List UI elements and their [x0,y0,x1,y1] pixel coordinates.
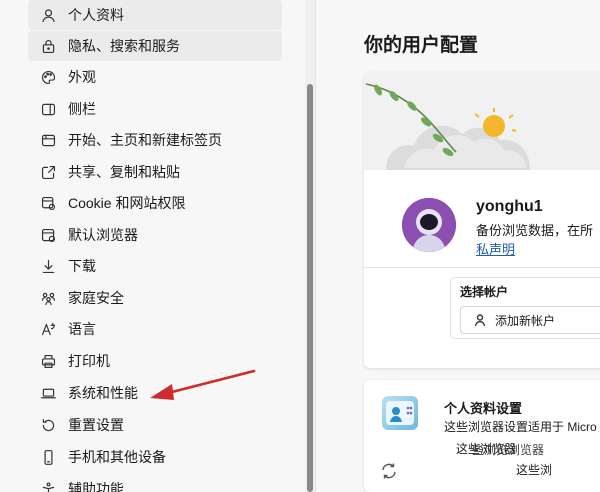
add-account-button[interactable]: 添加新帐户 [460,306,600,334]
settings-sidebar: 个人资料 隐私、搜索和服务 外观 侧栏 开始、主页和新建标签页 共享、复制和粘贴… [0,0,305,492]
sidebar-item-system[interactable]: 系统和性能 [28,378,282,408]
sidebar-item-label: 隐私、搜索和服务 [68,38,180,54]
download-icon [38,256,58,276]
sidebar-item-family-safety[interactable]: 家庭安全 [28,283,282,313]
account-picker-label: 选择帐户 [460,285,509,299]
card-divider [364,267,600,268]
share-icon [38,162,58,182]
printer-icon [38,351,58,371]
sync-icon [382,463,396,479]
sidebar-item-privacy[interactable]: 隐私、搜索和服务 [28,31,282,61]
main-content: 你的用户配置 yonghu1 备份浏览数据，在所 私声明 选择帐户 添加新帐户 … [316,0,600,492]
sidebar-item-label: 开始、主页和新建标签页 [68,132,222,148]
sidebar-item-label: 语言 [68,321,96,337]
person-add-icon [474,314,486,327]
privacy-statement-link[interactable]: 私声明 [476,239,515,258]
sidebar-item-label: 侧栏 [68,101,96,117]
sidebar-item-label: Cookie 和网站权限 [68,195,186,211]
sidebar-item-label: 家庭安全 [68,290,124,306]
sidebar-item-label: 手机和其他设备 [68,449,166,465]
language-icon [38,319,58,339]
person-icon [38,5,58,25]
profile-settings-card[interactable]: 个人资料设置 这些浏览器设置适用于 Micro [364,380,600,492]
sidebar-item-reset[interactable]: 重置设置 [28,410,282,440]
sidebar-item-phone[interactable]: 手机和其他设备 [28,442,282,472]
sidebar-item-label: 辅助功能 [68,481,124,492]
overlay-text-2: 些浏览浏览器 [472,443,545,457]
sync-description: 备份浏览数据，在所 [476,223,594,238]
family-icon [38,288,58,308]
sidebar-item-printers[interactable]: 打印机 [28,346,282,376]
profile-settings-title: 个人资料设置 [444,401,523,416]
reset-icon [38,415,58,435]
profile-settings-description: 这些浏览器设置适用于 Micro [444,420,597,434]
profile-banner-illustration [364,72,600,170]
sidebar-item-cookies[interactable]: Cookie 和网站权限 [28,188,282,218]
sidebar-item-appearance[interactable]: 外观 [28,62,282,92]
sidebar-item-profile[interactable]: 个人资料 [28,0,282,30]
sidebar-item-label: 下载 [68,258,96,274]
sidebar-item-accessibility[interactable]: 辅助功能 [28,474,282,492]
profile-username: yonghu1 [476,198,543,215]
sidebar-item-label: 个人资料 [68,7,124,23]
sidebar-item-start-home[interactable]: 开始、主页和新建标签页 [28,125,282,155]
sidebar-item-sidebar[interactable]: 侧栏 [28,94,282,124]
sidebar-item-label: 共享、复制和粘贴 [68,164,180,180]
palette-icon [38,67,58,87]
page-title: 你的用户配置 [364,35,479,56]
sidebar-item-label: 重置设置 [68,417,124,433]
browser-icon [38,225,58,245]
avatar[interactable] [402,198,456,252]
sidebar-item-languages[interactable]: 语言 [28,314,282,344]
profile-card: yonghu1 备份浏览数据，在所 私声明 选择帐户 添加新帐户 [364,72,600,368]
sidebar-item-label: 系统和性能 [68,385,138,401]
site-permissions-icon [38,193,58,213]
sidebar-item-label: 打印机 [68,353,110,369]
phone-icon [38,447,58,467]
overlay-text-3: 这些浏 [516,463,553,477]
sidebar-item-label: 默认浏览器 [68,227,138,243]
sidebar-icon [38,99,58,119]
sidebar-item-label: 外观 [68,69,96,85]
sidebar-item-default-browser[interactable]: 默认浏览器 [28,220,282,250]
accessibility-icon [38,479,58,492]
home-tab-icon [38,130,58,150]
sidebar-item-share-copy[interactable]: 共享、复制和粘贴 [28,157,282,187]
sidebar-item-downloads[interactable]: 下载 [28,251,282,281]
add-account-label: 添加新帐户 [495,313,556,328]
laptop-icon [38,383,58,403]
profile-settings-icon [382,396,418,430]
lock-icon [38,36,58,56]
sidebar-scroll-thumb[interactable] [307,84,313,492]
